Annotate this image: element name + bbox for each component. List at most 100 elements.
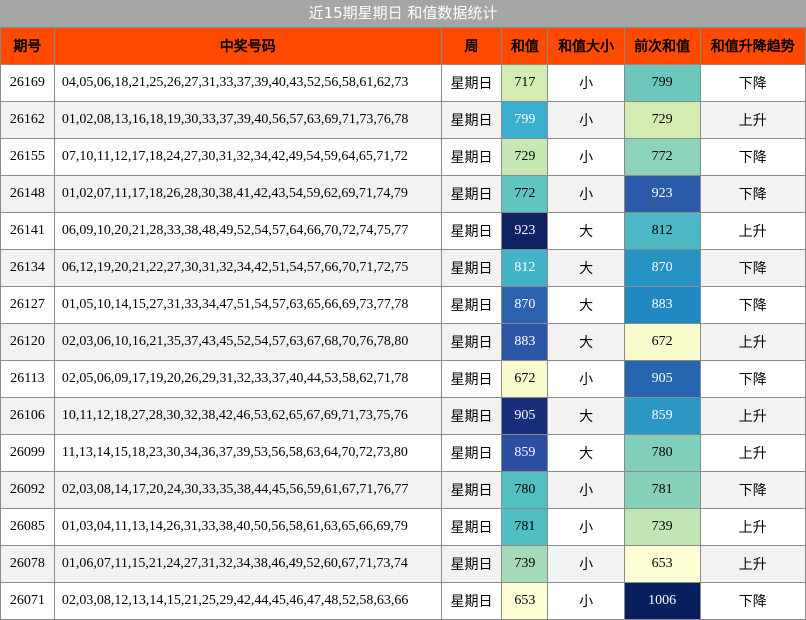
table-row: 26113 02,05,06,09,17,19,20,26,29,31,32,33… <box>0 360 806 398</box>
table-row: 26106 10,11,12,18,27,28,30,32,38,42,46,53… <box>0 397 806 435</box>
prev-sum-cell: 799 <box>623 64 701 102</box>
week-cell: 星期日 <box>440 471 503 509</box>
issue-cell: 26092 <box>0 471 55 509</box>
sum-size-cell: 小 <box>547 138 625 176</box>
sum-size-cell: 小 <box>547 508 625 546</box>
week-cell: 星期日 <box>440 249 503 287</box>
prev-sum-cell: 772 <box>623 138 701 176</box>
table-row: 26134 06,12,19,20,21,22,27,30,31,32,34,42… <box>0 249 806 287</box>
sum-cell: 812 <box>501 249 549 287</box>
table-row: 26141 06,09,10,20,21,28,33,38,48,49,52,54… <box>0 212 806 250</box>
table-row: 26078 01,06,07,11,15,21,24,27,31,32,34,38… <box>0 545 806 583</box>
prev-sum-cell: 781 <box>623 471 701 509</box>
prev-sum-cell: 812 <box>623 212 701 250</box>
table-row: 26099 11,13,14,15,18,23,30,34,36,37,39,53… <box>0 434 806 472</box>
week-cell: 星期日 <box>440 323 503 361</box>
issue-cell: 26106 <box>0 397 55 435</box>
week-cell: 星期日 <box>440 397 503 435</box>
prev-sum-cell: 739 <box>623 508 701 546</box>
sum-cell: 717 <box>501 64 549 102</box>
sum-cell: 780 <box>501 471 549 509</box>
week-cell: 星期日 <box>440 175 503 213</box>
week-cell: 星期日 <box>440 434 503 472</box>
prev-sum-cell: 859 <box>623 397 701 435</box>
sum-cell: 672 <box>501 360 549 398</box>
header-numbers: 中奖号码 <box>53 27 442 65</box>
sum-cell: 859 <box>501 434 549 472</box>
sum-cell: 653 <box>501 582 549 620</box>
sum-cell: 870 <box>501 286 549 324</box>
trend-cell: 下降 <box>699 360 806 398</box>
sum-cell: 905 <box>501 397 549 435</box>
trend-cell: 上升 <box>699 545 806 583</box>
numbers-cell: 02,03,06,10,16,21,35,37,43,45,52,54,57,6… <box>53 323 442 361</box>
sum-size-cell: 小 <box>547 545 625 583</box>
numbers-cell: 02,03,08,12,13,14,15,21,25,29,42,44,45,4… <box>53 582 442 620</box>
numbers-cell: 01,05,10,14,15,27,31,33,34,47,51,54,57,6… <box>53 286 442 324</box>
table-row: 26169 04,05,06,18,21,25,26,27,31,33,37,39… <box>0 64 806 102</box>
prev-sum-cell: 653 <box>623 545 701 583</box>
table-title: 近15期星期日 和值数据统计 <box>0 0 806 27</box>
sum-cell: 799 <box>501 101 549 139</box>
sum-cell: 781 <box>501 508 549 546</box>
prev-sum-cell: 905 <box>623 360 701 398</box>
numbers-cell: 06,12,19,20,21,22,27,30,31,32,34,42,51,5… <box>53 249 442 287</box>
header-row: 期号 中奖号码 周 和值 和值大小 前次和值 和值升降趋势 <box>0 27 806 65</box>
sum-size-cell: 大 <box>547 434 625 472</box>
sum-cell: 739 <box>501 545 549 583</box>
trend-cell: 下降 <box>699 286 806 324</box>
numbers-cell: 01,03,04,11,13,14,26,31,33,38,40,50,56,5… <box>53 508 442 546</box>
numbers-cell: 06,09,10,20,21,28,33,38,48,49,52,54,57,6… <box>53 212 442 250</box>
prev-sum-cell: 923 <box>623 175 701 213</box>
trend-cell: 下降 <box>699 64 806 102</box>
trend-cell: 上升 <box>699 434 806 472</box>
prev-sum-cell: 870 <box>623 249 701 287</box>
trend-cell: 下降 <box>699 249 806 287</box>
trend-cell: 下降 <box>699 471 806 509</box>
table-row: 26092 02,03,08,14,17,20,24,30,33,35,38,44… <box>0 471 806 509</box>
header-sum-size: 和值大小 <box>547 27 625 65</box>
issue-cell: 26155 <box>0 138 55 176</box>
sum-size-cell: 小 <box>547 175 625 213</box>
header-prev-sum: 前次和值 <box>623 27 701 65</box>
numbers-cell: 07,10,11,12,17,18,24,27,30,31,32,34,42,4… <box>53 138 442 176</box>
issue-cell: 26085 <box>0 508 55 546</box>
issue-cell: 26078 <box>0 545 55 583</box>
sum-size-cell: 大 <box>547 397 625 435</box>
week-cell: 星期日 <box>440 582 503 620</box>
table-row: 26085 01,03,04,11,13,14,26,31,33,38,40,50… <box>0 508 806 546</box>
prev-sum-cell: 672 <box>623 323 701 361</box>
header-trend: 和值升降趋势 <box>699 27 806 65</box>
table-body: 26169 04,05,06,18,21,25,26,27,31,33,37,39… <box>0 64 806 620</box>
trend-cell: 下降 <box>699 138 806 176</box>
page: 近15期星期日 和值数据统计 期号 中奖号码 周 和值 和值大小 前次和值 和值… <box>0 0 806 620</box>
issue-cell: 26162 <box>0 101 55 139</box>
sum-size-cell: 大 <box>547 323 625 361</box>
header-sum: 和值 <box>501 27 549 65</box>
numbers-cell: 10,11,12,18,27,28,30,32,38,42,46,53,62,6… <box>53 397 442 435</box>
sum-cell: 883 <box>501 323 549 361</box>
issue-cell: 26120 <box>0 323 55 361</box>
stats-table: 期号 中奖号码 周 和值 和值大小 前次和值 和值升降趋势 26169 04,05… <box>0 27 806 620</box>
week-cell: 星期日 <box>440 101 503 139</box>
trend-cell: 上升 <box>699 101 806 139</box>
sum-size-cell: 大 <box>547 286 625 324</box>
week-cell: 星期日 <box>440 360 503 398</box>
issue-cell: 26127 <box>0 286 55 324</box>
week-cell: 星期日 <box>440 286 503 324</box>
prev-sum-cell: 1006 <box>623 582 701 620</box>
issue-cell: 26169 <box>0 64 55 102</box>
sum-size-cell: 小 <box>547 101 625 139</box>
trend-cell: 下降 <box>699 582 806 620</box>
issue-cell: 26113 <box>0 360 55 398</box>
week-cell: 星期日 <box>440 138 503 176</box>
trend-cell: 上升 <box>699 397 806 435</box>
prev-sum-cell: 729 <box>623 101 701 139</box>
numbers-cell: 01,02,08,13,16,18,19,30,33,37,39,40,56,5… <box>53 101 442 139</box>
issue-cell: 26141 <box>0 212 55 250</box>
table-row: 26127 01,05,10,14,15,27,31,33,34,47,51,54… <box>0 286 806 324</box>
sum-size-cell: 小 <box>547 64 625 102</box>
numbers-cell: 02,03,08,14,17,20,24,30,33,35,38,44,45,5… <box>53 471 442 509</box>
prev-sum-cell: 780 <box>623 434 701 472</box>
issue-cell: 26134 <box>0 249 55 287</box>
